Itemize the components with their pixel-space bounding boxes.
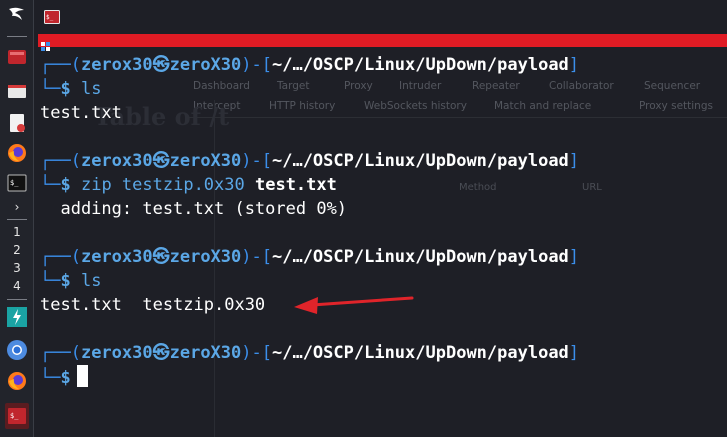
- tab-grid-icon[interactable]: [41, 36, 50, 51]
- launcher-panel: $_ › 1 2 3 4 $_: [0, 0, 34, 437]
- kali-dragon-icon[interactable]: [5, 4, 29, 26]
- prompt-host: zeroX30: [169, 247, 242, 267]
- command-text: ls: [80, 271, 102, 291]
- prompt-host: zeroX30: [169, 55, 242, 75]
- prompt-symbol: $: [60, 368, 71, 388]
- file-manager-icon[interactable]: [5, 80, 29, 102]
- workspace-2[interactable]: 2: [0, 242, 34, 258]
- terminal-titlebar: $_: [34, 0, 727, 34]
- terminal-window-icon[interactable]: $_: [44, 9, 60, 28]
- prompt-symbol: $: [60, 271, 71, 291]
- prompt-line: ┌──(zerox30㉿zeroX30)-[~/…/OSCP/Linux/UpD…: [40, 55, 580, 75]
- firefox-icon[interactable]: [5, 142, 29, 164]
- command-line: └─$ zip testzip.0x30 test.txt: [40, 175, 337, 195]
- prompt-user: zerox30: [80, 55, 153, 75]
- workspace-3[interactable]: 3: [0, 260, 34, 276]
- annotation-arrow-icon: [294, 296, 414, 314]
- command-output: adding: test.txt (stored 0%): [40, 199, 348, 219]
- prompt-user: zerox30: [80, 247, 153, 267]
- app-red-icon[interactable]: [5, 46, 29, 68]
- panel-separator: [7, 36, 27, 37]
- prompt-line: ┌──(zerox30㉿zeroX30)-[~/…/OSCP/Linux/UpD…: [40, 247, 580, 267]
- prompt-user: zerox30: [80, 343, 153, 363]
- command-line: └─$ ls: [40, 79, 102, 99]
- terminal-icon[interactable]: $_: [5, 172, 29, 194]
- prompt-path: ~/…/OSCP/Linux/UpDown/payload: [271, 343, 569, 363]
- prompt-symbol: $: [60, 79, 71, 99]
- terminal-output[interactable]: ┌──(zerox30㉿zeroX30)-[~/…/OSCP/Linux/UpD…: [40, 48, 727, 437]
- terminal-active-icon[interactable]: $_: [5, 403, 29, 429]
- prompt-line: ┌──(zerox30㉿zeroX30)-[~/…/OSCP/Linux/UpD…: [40, 343, 580, 363]
- svg-text:$_: $_: [10, 179, 19, 187]
- prompt-path: ~/…/OSCP/Linux/UpDown/payload: [271, 247, 569, 267]
- chromium-icon[interactable]: [5, 339, 29, 361]
- panel-separator: [7, 219, 27, 220]
- command-output: test.txt: [40, 103, 122, 123]
- prompt-path: ~/…/OSCP/Linux/UpDown/payload: [271, 55, 569, 75]
- prompt-host: zeroX30: [169, 151, 242, 171]
- prompt-symbol: $: [60, 175, 71, 195]
- firefox-icon[interactable]: [5, 370, 29, 392]
- panel-separator: [7, 299, 27, 300]
- svg-text:$_: $_: [10, 412, 19, 420]
- burp-icon[interactable]: [5, 306, 29, 328]
- command-argument: test.txt: [254, 175, 337, 195]
- prompt-user: zerox30: [80, 151, 153, 171]
- command-output: test.txt testzip.0x30: [40, 295, 266, 315]
- command-text: ls: [80, 79, 102, 99]
- workspace-1[interactable]: 1: [0, 224, 34, 240]
- prompt-host: zeroX30: [169, 343, 242, 363]
- svg-text:$_: $_: [46, 14, 54, 21]
- text-cursor: [76, 365, 88, 387]
- command-text: zip testzip.0x30: [80, 175, 255, 195]
- prompt-path: ~/…/OSCP/Linux/UpDown/payload: [271, 151, 569, 171]
- workspace-4[interactable]: 4: [0, 278, 34, 294]
- text-editor-icon[interactable]: [5, 112, 29, 134]
- chevron-right-icon[interactable]: ›: [0, 199, 34, 215]
- command-line: └─$: [40, 365, 88, 389]
- command-line: └─$ ls: [40, 271, 102, 291]
- prompt-line: ┌──(zerox30㉿zeroX30)-[~/…/OSCP/Linux/UpD…: [40, 151, 580, 171]
- terminal-tab-bar: [38, 34, 727, 51]
